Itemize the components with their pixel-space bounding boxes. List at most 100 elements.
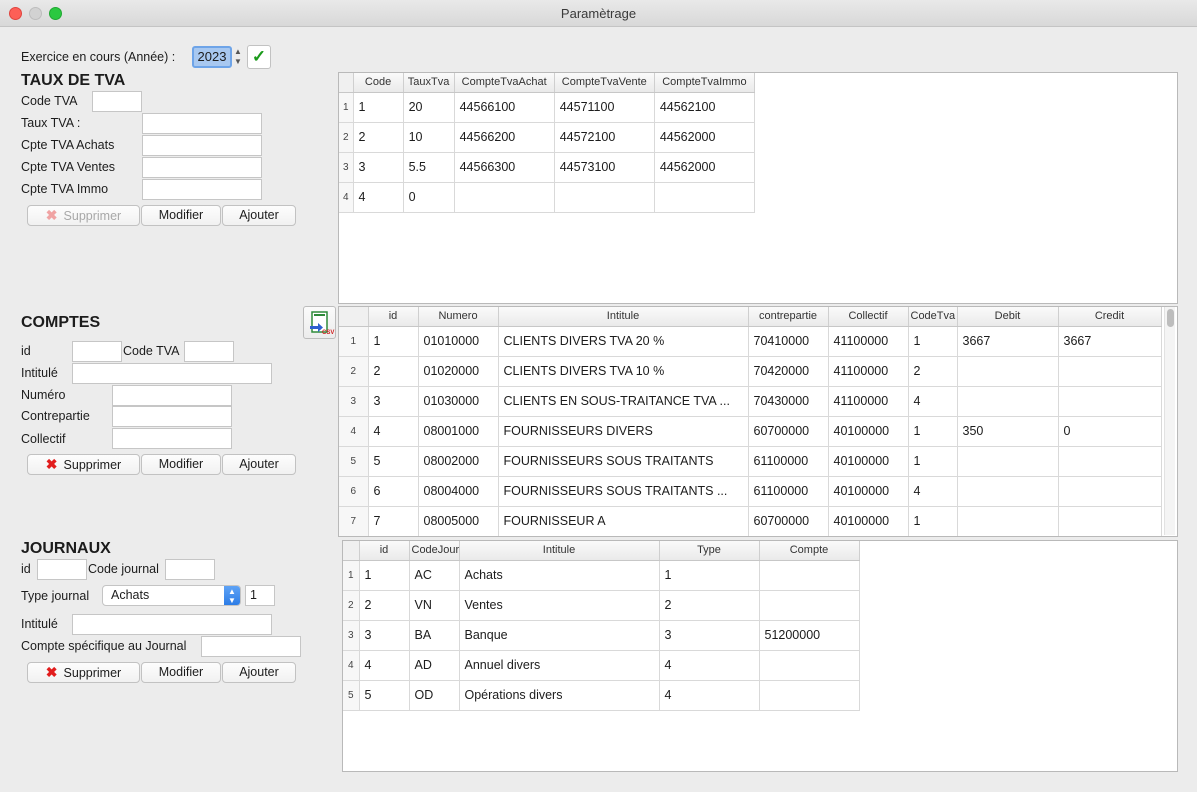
- table-cell[interactable]: 4: [359, 650, 410, 681]
- table-cell[interactable]: 1: [908, 446, 958, 477]
- table-row[interactable]: 4 4 08001000 FOURNISSEURS DIVERS 60700000 401…: [339, 416, 1162, 447]
- table-cell[interactable]: 4: [353, 182, 404, 213]
- code-tva-input[interactable]: [92, 91, 142, 112]
- table-cell[interactable]: Opérations divers: [459, 680, 660, 711]
- table-cell[interactable]: 70430000: [748, 386, 829, 417]
- column-header[interactable]: CompteTvaVente: [554, 73, 655, 93]
- table-cell[interactable]: VN: [409, 590, 460, 621]
- column-header[interactable]: Credit: [1058, 307, 1162, 327]
- column-header[interactable]: Compte: [759, 541, 860, 561]
- table-cell[interactable]: [957, 506, 1059, 536]
- table-cell[interactable]: [1058, 476, 1162, 507]
- table-cell[interactable]: [654, 182, 756, 213]
- journal-modify-button[interactable]: Modifier: [141, 662, 221, 683]
- table-cell[interactable]: 01030000: [418, 386, 499, 417]
- table-cell[interactable]: 4: [908, 386, 958, 417]
- table-cell[interactable]: 3667: [1058, 326, 1162, 357]
- table-cell[interactable]: 44573100: [554, 152, 655, 183]
- table-row[interactable]: 3 3 5.5 44566300 44573100 44562000: [339, 152, 756, 183]
- table-cell[interactable]: 0: [403, 182, 455, 213]
- table-row[interactable]: 2 2 10 44566200 44572100 44562000: [339, 122, 756, 153]
- table-cell[interactable]: 41100000: [828, 386, 909, 417]
- table-cell[interactable]: 3: [659, 620, 760, 651]
- journal-intitule-input[interactable]: [72, 614, 272, 635]
- table-cell[interactable]: 08005000: [418, 506, 499, 536]
- table-cell[interactable]: Banque: [459, 620, 660, 651]
- column-header[interactable]: Debit: [957, 307, 1059, 327]
- compte-modify-button[interactable]: Modifier: [141, 454, 221, 475]
- tva-add-button[interactable]: Ajouter: [222, 205, 296, 226]
- table-cell[interactable]: 40100000: [828, 416, 909, 447]
- table-row[interactable]: 1 1 AC Achats 1: [343, 560, 860, 591]
- table-row[interactable]: 2 2 VN Ventes 2: [343, 590, 860, 621]
- table-cell[interactable]: [957, 476, 1059, 507]
- column-header[interactable]: CodeTva: [908, 307, 958, 327]
- table-cell[interactable]: 44566300: [454, 152, 555, 183]
- table-cell[interactable]: CLIENTS EN SOUS-TRAITANCE TVA ...: [498, 386, 749, 417]
- table-cell[interactable]: 41100000: [828, 356, 909, 387]
- table-cell[interactable]: CLIENTS DIVERS TVA 20 %: [498, 326, 749, 357]
- table-cell[interactable]: [1058, 506, 1162, 536]
- table-cell[interactable]: 5: [359, 680, 410, 711]
- tva-delete-button[interactable]: ✖ Supprimer: [27, 205, 140, 226]
- table-cell[interactable]: 44562000: [654, 152, 756, 183]
- table-cell[interactable]: 0: [1058, 416, 1162, 447]
- tva-modify-button[interactable]: Modifier: [141, 205, 221, 226]
- table-cell[interactable]: 51200000: [759, 620, 860, 651]
- table-row[interactable]: 5 5 OD Opérations divers 4: [343, 680, 860, 711]
- taux-tva-input[interactable]: [142, 113, 262, 134]
- table-cell[interactable]: 1: [908, 506, 958, 536]
- table-cell[interactable]: [957, 356, 1059, 387]
- compte-add-button[interactable]: Ajouter: [222, 454, 296, 475]
- table-cell[interactable]: 2: [368, 356, 419, 387]
- table-cell[interactable]: 44562100: [654, 92, 756, 123]
- table-cell[interactable]: 1: [908, 326, 958, 357]
- column-header[interactable]: id: [368, 307, 419, 327]
- table-row[interactable]: 6 6 08004000 FOURNISSEURS SOUS TRAITANTS ..…: [339, 476, 1162, 507]
- table-cell[interactable]: 4: [659, 650, 760, 681]
- zoom-window-button[interactable]: [49, 7, 62, 20]
- column-header[interactable]: CompteTvaAchat: [454, 73, 555, 93]
- table-cell[interactable]: 40100000: [828, 506, 909, 536]
- table-cell[interactable]: 2: [359, 590, 410, 621]
- column-header[interactable]: contrepartie: [748, 307, 829, 327]
- year-field[interactable]: 2023: [192, 46, 232, 68]
- table-row[interactable]: 5 5 08002000 FOURNISSEURS SOUS TRAITANTS 611…: [339, 446, 1162, 477]
- table-cell[interactable]: 2: [908, 356, 958, 387]
- journaux-table[interactable]: idCodeJournalIntituleTypeCompte 11ACAcha…: [342, 540, 1178, 772]
- table-cell[interactable]: 3667: [957, 326, 1059, 357]
- table-cell[interactable]: FOURNISSEURS SOUS TRAITANTS ...: [498, 476, 749, 507]
- table-cell[interactable]: 08004000: [418, 476, 499, 507]
- table-cell[interactable]: FOURNISSEURS SOUS TRAITANTS: [498, 446, 749, 477]
- journal-code-input[interactable]: [165, 559, 215, 580]
- table-row[interactable]: 3 3 01030000 CLIENTS EN SOUS-TRAITANCE TVA …: [339, 386, 1162, 417]
- table-cell[interactable]: 01010000: [418, 326, 499, 357]
- table-cell[interactable]: 44566200: [454, 122, 555, 153]
- table-cell[interactable]: 40100000: [828, 476, 909, 507]
- table-cell[interactable]: [759, 650, 860, 681]
- table-cell[interactable]: 60700000: [748, 416, 829, 447]
- table-row[interactable]: 440: [339, 182, 756, 213]
- compte-delete-button[interactable]: ✖ Supprimer: [27, 454, 140, 475]
- confirm-year-button[interactable]: ✓: [247, 45, 271, 69]
- table-cell[interactable]: 1: [659, 560, 760, 591]
- table-cell[interactable]: 1: [368, 326, 419, 357]
- journal-type-select[interactable]: Achats ▲ ▼: [102, 585, 241, 606]
- close-window-button[interactable]: [9, 7, 22, 20]
- csv-import-button[interactable]: CSV: [303, 306, 336, 339]
- column-header[interactable]: CodeJournal: [409, 541, 460, 561]
- table-cell[interactable]: [1058, 386, 1162, 417]
- table-cell[interactable]: 3: [368, 386, 419, 417]
- table-cell[interactable]: Achats: [459, 560, 660, 591]
- table-cell[interactable]: 08001000: [418, 416, 499, 447]
- table-cell[interactable]: [1058, 446, 1162, 477]
- table-cell[interactable]: BA: [409, 620, 460, 651]
- table-cell[interactable]: 2: [659, 590, 760, 621]
- journal-delete-button[interactable]: ✖ Supprimer: [27, 662, 140, 683]
- table-cell[interactable]: 08002000: [418, 446, 499, 477]
- table-cell[interactable]: 350: [957, 416, 1059, 447]
- table-cell[interactable]: 2: [353, 122, 404, 153]
- table-cell[interactable]: 44571100: [554, 92, 655, 123]
- compte-numero-input[interactable]: [112, 385, 232, 406]
- table-cell[interactable]: 4: [908, 476, 958, 507]
